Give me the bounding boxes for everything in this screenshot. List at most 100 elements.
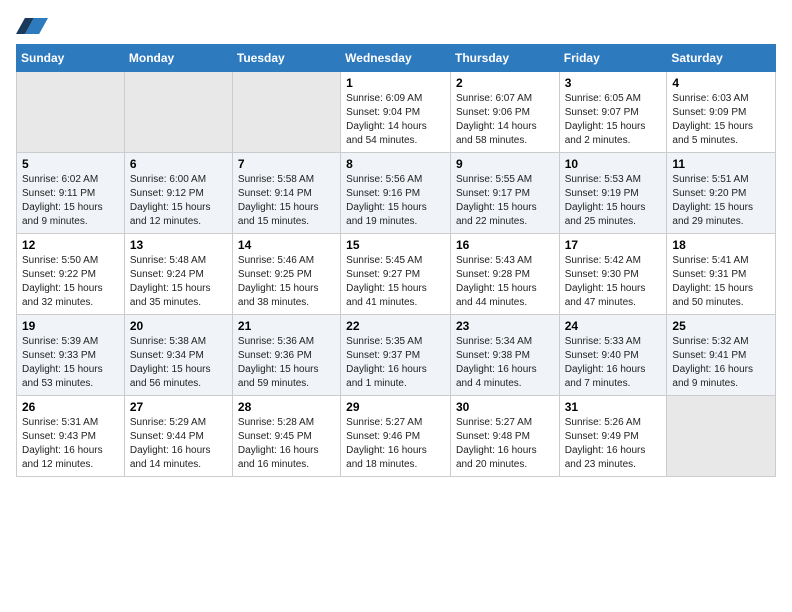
- day-number: 8: [346, 157, 445, 171]
- calendar-cell: 17 Sunrise: 5:42 AM Sunset: 9:30 PM Dayli…: [559, 234, 667, 315]
- day-info: Sunrise: 6:07 AM Sunset: 9:06 PM Dayligh…: [456, 92, 554, 148]
- day-number: 24: [565, 319, 662, 333]
- day-number: 6: [130, 157, 227, 171]
- day-number: 18: [672, 238, 770, 252]
- day-info: Sunrise: 5:41 AM Sunset: 9:31 PM Dayligh…: [672, 254, 770, 310]
- calendar-week-row: 12 Sunrise: 5:50 AM Sunset: 9:22 PM Dayli…: [17, 234, 776, 315]
- day-number: 31: [565, 400, 662, 414]
- calendar-cell: [17, 72, 125, 153]
- calendar-cell: 11 Sunrise: 5:51 AM Sunset: 9:20 PM Dayli…: [667, 153, 776, 234]
- header-monday: Monday: [124, 45, 232, 72]
- calendar-cell: [124, 72, 232, 153]
- day-number: 22: [346, 319, 445, 333]
- calendar-cell: 12 Sunrise: 5:50 AM Sunset: 9:22 PM Dayli…: [17, 234, 125, 315]
- calendar-cell: 23 Sunrise: 5:34 AM Sunset: 9:38 PM Dayli…: [450, 315, 559, 396]
- calendar-cell: 13 Sunrise: 5:48 AM Sunset: 9:24 PM Dayli…: [124, 234, 232, 315]
- day-number: 4: [672, 76, 770, 90]
- day-info: Sunrise: 5:29 AM Sunset: 9:44 PM Dayligh…: [130, 416, 227, 472]
- calendar-cell: 29Sunrise: 5:27 AM Sunset: 9:46 PM Dayli…: [341, 396, 451, 477]
- day-info: Sunrise: 5:53 AM Sunset: 9:19 PM Dayligh…: [565, 173, 662, 229]
- calendar-cell: 7 Sunrise: 5:58 AM Sunset: 9:14 PM Daylig…: [232, 153, 340, 234]
- day-info: Sunrise: 5:46 AM Sunset: 9:25 PM Dayligh…: [238, 254, 335, 310]
- calendar-week-row: 5Sunrise: 6:02 AM Sunset: 9:11 PM Daylig…: [17, 153, 776, 234]
- day-info: Sunrise: 5:38 AM Sunset: 9:34 PM Dayligh…: [130, 335, 227, 391]
- day-number: 17: [565, 238, 662, 252]
- calendar-cell: 1 Sunrise: 6:09 AM Sunset: 9:04 PM Daylig…: [341, 72, 451, 153]
- day-number: 16: [456, 238, 554, 252]
- calendar-cell: 15 Sunrise: 5:45 AM Sunset: 9:27 PM Dayli…: [341, 234, 451, 315]
- calendar-cell: [232, 72, 340, 153]
- day-number: 2: [456, 76, 554, 90]
- day-number: 15: [346, 238, 445, 252]
- calendar-week-row: 26Sunrise: 5:31 AM Sunset: 9:43 PM Dayli…: [17, 396, 776, 477]
- header-tuesday: Tuesday: [232, 45, 340, 72]
- day-info: Sunrise: 5:48 AM Sunset: 9:24 PM Dayligh…: [130, 254, 227, 310]
- calendar-cell: 20Sunrise: 5:38 AM Sunset: 9:34 PM Dayli…: [124, 315, 232, 396]
- page-header: [16, 16, 776, 36]
- calendar-cell: 31 Sunrise: 5:26 AM Sunset: 9:49 PM Dayli…: [559, 396, 667, 477]
- day-info: Sunrise: 5:43 AM Sunset: 9:28 PM Dayligh…: [456, 254, 554, 310]
- day-info: Sunrise: 5:26 AM Sunset: 9:49 PM Dayligh…: [565, 416, 662, 472]
- calendar-week-row: 19 Sunrise: 5:39 AM Sunset: 9:33 PM Dayli…: [17, 315, 776, 396]
- day-info: Sunrise: 6:09 AM Sunset: 9:04 PM Dayligh…: [346, 92, 445, 148]
- day-number: 11: [672, 157, 770, 171]
- calendar-cell: 27 Sunrise: 5:29 AM Sunset: 9:44 PM Dayli…: [124, 396, 232, 477]
- day-number: 1: [346, 76, 445, 90]
- day-number: 12: [22, 238, 119, 252]
- day-info: Sunrise: 6:00 AM Sunset: 9:12 PM Dayligh…: [130, 173, 227, 229]
- calendar-table: SundayMondayTuesdayWednesdayThursdayFrid…: [16, 44, 776, 477]
- calendar-header-row: SundayMondayTuesdayWednesdayThursdayFrid…: [17, 45, 776, 72]
- day-number: 21: [238, 319, 335, 333]
- calendar-cell: 18 Sunrise: 5:41 AM Sunset: 9:31 PM Dayli…: [667, 234, 776, 315]
- day-number: 28: [238, 400, 335, 414]
- calendar-cell: 4 Sunrise: 6:03 AM Sunset: 9:09 PM Daylig…: [667, 72, 776, 153]
- calendar-cell: 10 Sunrise: 5:53 AM Sunset: 9:19 PM Dayli…: [559, 153, 667, 234]
- calendar-cell: 19 Sunrise: 5:39 AM Sunset: 9:33 PM Dayli…: [17, 315, 125, 396]
- day-info: Sunrise: 5:27 AM Sunset: 9:46 PM Dayligh…: [346, 416, 445, 472]
- day-info: Sunrise: 5:28 AM Sunset: 9:45 PM Dayligh…: [238, 416, 335, 472]
- day-info: Sunrise: 5:27 AM Sunset: 9:48 PM Dayligh…: [456, 416, 554, 472]
- day-info: Sunrise: 5:39 AM Sunset: 9:33 PM Dayligh…: [22, 335, 119, 391]
- calendar-cell: 8 Sunrise: 5:56 AM Sunset: 9:16 PM Daylig…: [341, 153, 451, 234]
- calendar-week-row: 1 Sunrise: 6:09 AM Sunset: 9:04 PM Daylig…: [17, 72, 776, 153]
- calendar-cell: 9Sunrise: 5:55 AM Sunset: 9:17 PM Daylig…: [450, 153, 559, 234]
- day-info: Sunrise: 5:58 AM Sunset: 9:14 PM Dayligh…: [238, 173, 335, 229]
- day-number: 10: [565, 157, 662, 171]
- calendar-cell: 30Sunrise: 5:27 AM Sunset: 9:48 PM Dayli…: [450, 396, 559, 477]
- day-info: Sunrise: 5:51 AM Sunset: 9:20 PM Dayligh…: [672, 173, 770, 229]
- day-info: Sunrise: 6:03 AM Sunset: 9:09 PM Dayligh…: [672, 92, 770, 148]
- logo-icon: [16, 16, 48, 36]
- calendar-cell: 21 Sunrise: 5:36 AM Sunset: 9:36 PM Dayli…: [232, 315, 340, 396]
- calendar-cell: 3Sunrise: 6:05 AM Sunset: 9:07 PM Daylig…: [559, 72, 667, 153]
- header-friday: Friday: [559, 45, 667, 72]
- calendar-cell: 6 Sunrise: 6:00 AM Sunset: 9:12 PM Daylig…: [124, 153, 232, 234]
- calendar-cell: [667, 396, 776, 477]
- day-info: Sunrise: 5:33 AM Sunset: 9:40 PM Dayligh…: [565, 335, 662, 391]
- day-info: Sunrise: 5:34 AM Sunset: 9:38 PM Dayligh…: [456, 335, 554, 391]
- day-info: Sunrise: 5:42 AM Sunset: 9:30 PM Dayligh…: [565, 254, 662, 310]
- logo: [16, 16, 52, 36]
- day-info: Sunrise: 6:05 AM Sunset: 9:07 PM Dayligh…: [565, 92, 662, 148]
- day-info: Sunrise: 5:31 AM Sunset: 9:43 PM Dayligh…: [22, 416, 119, 472]
- day-number: 27: [130, 400, 227, 414]
- day-number: 13: [130, 238, 227, 252]
- calendar-cell: 2 Sunrise: 6:07 AM Sunset: 9:06 PM Daylig…: [450, 72, 559, 153]
- day-info: Sunrise: 5:56 AM Sunset: 9:16 PM Dayligh…: [346, 173, 445, 229]
- day-number: 7: [238, 157, 335, 171]
- calendar-cell: 22Sunrise: 5:35 AM Sunset: 9:37 PM Dayli…: [341, 315, 451, 396]
- header-saturday: Saturday: [667, 45, 776, 72]
- calendar-cell: 24 Sunrise: 5:33 AM Sunset: 9:40 PM Dayli…: [559, 315, 667, 396]
- day-info: Sunrise: 5:50 AM Sunset: 9:22 PM Dayligh…: [22, 254, 119, 310]
- day-number: 14: [238, 238, 335, 252]
- calendar-cell: 16 Sunrise: 5:43 AM Sunset: 9:28 PM Dayli…: [450, 234, 559, 315]
- day-number: 25: [672, 319, 770, 333]
- day-info: Sunrise: 5:36 AM Sunset: 9:36 PM Dayligh…: [238, 335, 335, 391]
- calendar-cell: 5Sunrise: 6:02 AM Sunset: 9:11 PM Daylig…: [17, 153, 125, 234]
- day-info: Sunrise: 5:32 AM Sunset: 9:41 PM Dayligh…: [672, 335, 770, 391]
- day-info: Sunrise: 5:45 AM Sunset: 9:27 PM Dayligh…: [346, 254, 445, 310]
- header-wednesday: Wednesday: [341, 45, 451, 72]
- day-number: 19: [22, 319, 119, 333]
- calendar-cell: 14 Sunrise: 5:46 AM Sunset: 9:25 PM Dayli…: [232, 234, 340, 315]
- day-number: 23: [456, 319, 554, 333]
- calendar-cell: 28 Sunrise: 5:28 AM Sunset: 9:45 PM Dayli…: [232, 396, 340, 477]
